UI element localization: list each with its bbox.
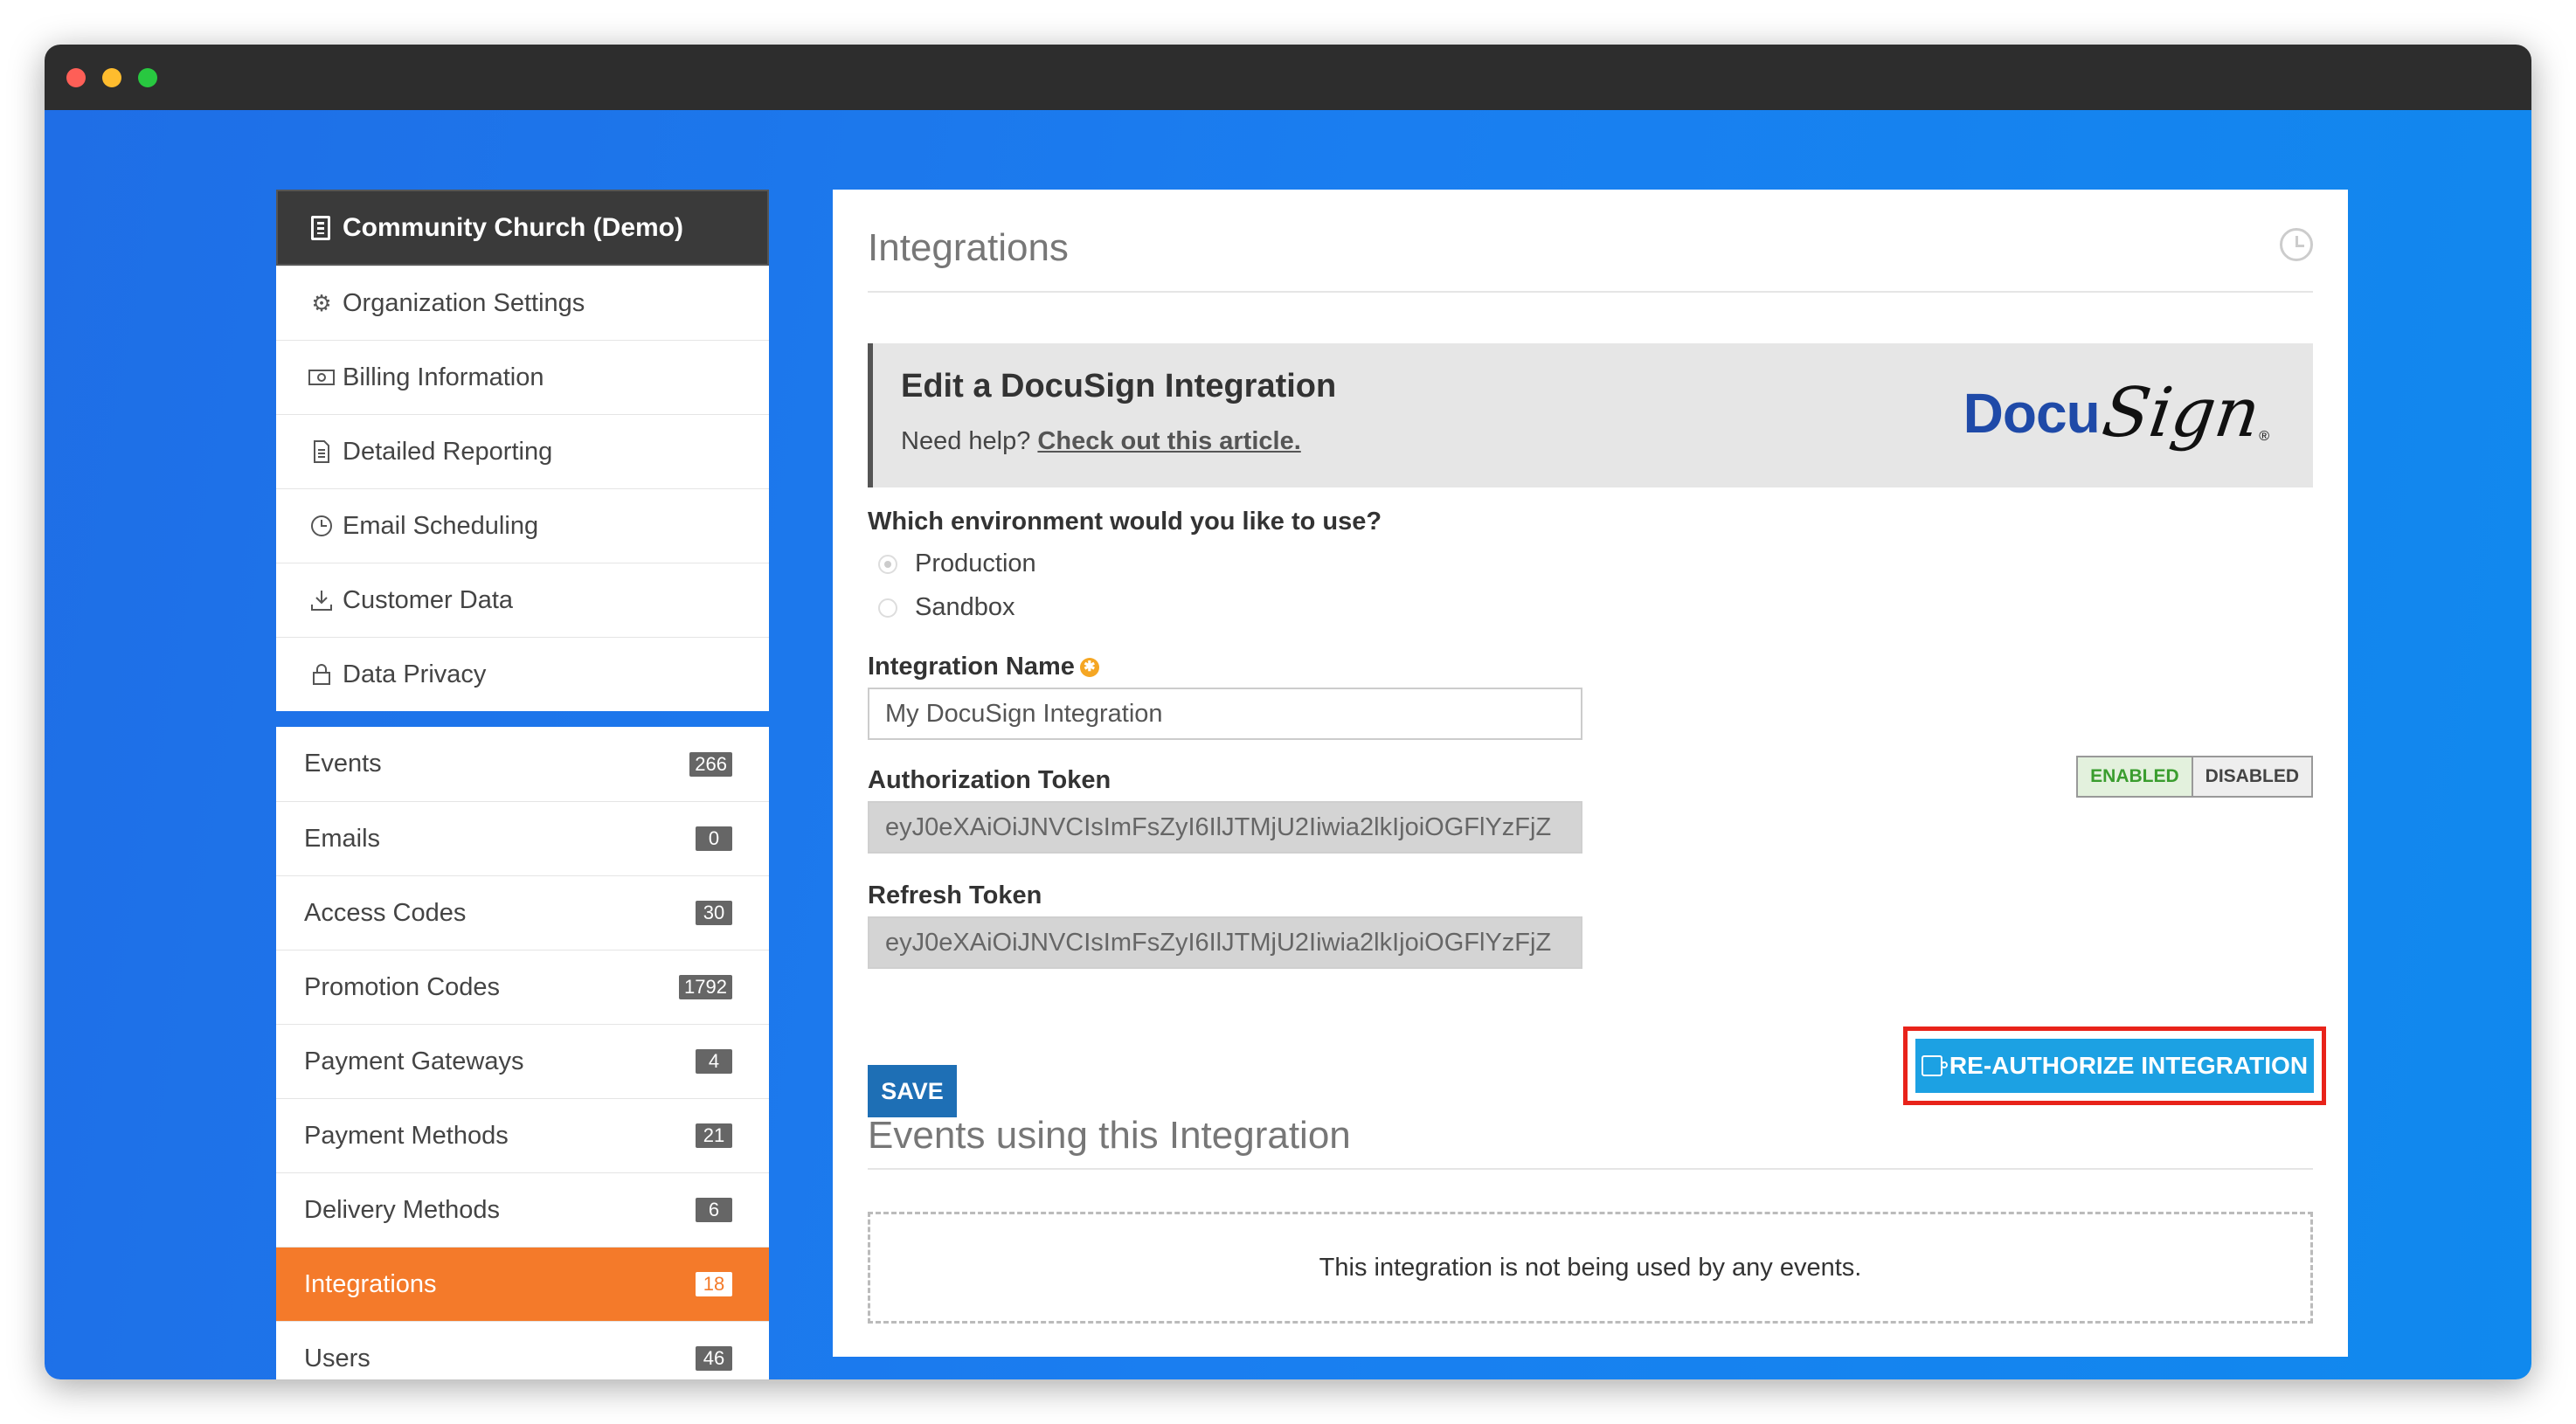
sidebar-item-label: Data Privacy xyxy=(343,660,487,688)
nav-item-delivery-methods[interactable]: Delivery Methods 6 xyxy=(276,1172,769,1247)
nav-item-label: Payment Gateways xyxy=(304,1047,524,1075)
radio-production[interactable]: Production xyxy=(878,550,1036,578)
nav-item-label: Payment Methods xyxy=(304,1121,509,1150)
download-icon xyxy=(308,589,336,612)
org-name: Community Church (Demo) xyxy=(343,212,683,242)
sidebar-item-label: Organization Settings xyxy=(343,288,585,317)
sidebar-item-customer-data[interactable]: Customer Data xyxy=(276,563,769,637)
sidebar-item-label: Email Scheduling xyxy=(343,511,539,540)
org-header[interactable]: Community Church (Demo) xyxy=(276,190,769,266)
nav-item-label: Promotion Codes xyxy=(304,972,501,1001)
sidebar: Community Church (Demo) ⚙ Organization S… xyxy=(276,190,769,1379)
sidebar-item-billing-information[interactable]: Billing Information xyxy=(276,340,769,414)
nav-item-promotion-codes[interactable]: Promotion Codes 1792 xyxy=(276,950,769,1024)
sidebar-item-organization-settings[interactable]: ⚙ Organization Settings xyxy=(276,266,769,340)
maximize-window-button[interactable] xyxy=(138,68,157,87)
integration-name-input[interactable]: My DocuSign Integration xyxy=(868,688,1582,740)
radio-label: Sandbox xyxy=(915,593,1015,621)
resource-nav: Events 266 Emails 0 Access Codes 30 Prom… xyxy=(276,727,769,1379)
count-badge: 0 xyxy=(696,826,732,851)
nav-item-users[interactable]: Users 46 xyxy=(276,1321,769,1379)
settings-menu: Community Church (Demo) ⚙ Organization S… xyxy=(276,190,769,711)
empty-state-text: This integration is not being used by an… xyxy=(1319,1253,1862,1282)
save-button[interactable]: SAVE xyxy=(868,1065,957,1117)
sidebar-item-data-privacy[interactable]: Data Privacy xyxy=(276,637,769,711)
enabled-toggle[interactable]: ENABLED DISABLED xyxy=(2076,756,2313,798)
close-window-button[interactable] xyxy=(66,68,86,87)
integration-name-label-text: Integration Name xyxy=(868,653,1075,681)
nav-item-label: Emails xyxy=(304,824,381,853)
disabled-option[interactable]: DISABLED xyxy=(2192,757,2311,796)
history-clock-icon[interactable] xyxy=(2280,228,2313,261)
sidebar-item-detailed-reporting[interactable]: Detailed Reporting xyxy=(276,414,769,488)
sidebar-item-label: Detailed Reporting xyxy=(343,437,553,466)
nav-item-payment-methods[interactable]: Payment Methods 21 xyxy=(276,1098,769,1172)
clock-icon xyxy=(308,515,336,537)
nav-item-access-codes[interactable]: Access Codes 30 xyxy=(276,875,769,950)
auth-token-label: Authorization Token xyxy=(868,766,1111,794)
main-panel: Integrations Edit a DocuSign Integration… xyxy=(833,190,2348,1357)
page-title: Integrations xyxy=(868,226,1069,269)
count-badge: 21 xyxy=(696,1123,732,1148)
minimize-window-button[interactable] xyxy=(102,68,121,87)
refresh-token-label: Refresh Token xyxy=(868,881,1042,909)
count-badge: 1792 xyxy=(679,975,732,999)
reauthorize-highlight: RE-AUTHORIZE INTEGRATION xyxy=(1903,1027,2326,1105)
refresh-token-field[interactable]: eyJ0eXAiOiJNVCIsImFsZyI6IlJTMjU2Iiwia2lk… xyxy=(868,916,1582,969)
radio-label: Production xyxy=(915,550,1036,577)
radio-sandbox[interactable]: Sandbox xyxy=(878,593,1015,622)
logo-registered-mark: ® xyxy=(2259,429,2269,444)
app-window: Community Church (Demo) ⚙ Organization S… xyxy=(45,45,2531,1379)
count-badge: 6 xyxy=(696,1198,732,1222)
nav-item-integrations[interactable]: Integrations 18 xyxy=(276,1247,769,1321)
count-badge: 46 xyxy=(696,1346,732,1371)
nav-item-label: Events xyxy=(304,750,382,778)
count-badge: 18 xyxy=(696,1272,732,1296)
sidebar-item-label: Billing Information xyxy=(343,363,544,391)
logo-sign-text: Sign xyxy=(2097,374,2265,453)
docusign-logo: Docu Sign ® xyxy=(1963,370,2269,457)
nav-item-events[interactable]: Events 266 xyxy=(276,727,769,801)
document-icon xyxy=(308,440,336,463)
nav-item-label: Integrations xyxy=(304,1269,437,1298)
count-badge: 30 xyxy=(696,901,732,925)
help-text: Need help? Check out this article. xyxy=(901,427,1301,456)
auth-token-field[interactable]: eyJ0eXAiOiJNVCIsImFsZyI6IlJTMjU2Iiwia2lk… xyxy=(868,801,1582,854)
environment-question: Which environment would you like to use? xyxy=(868,508,1382,536)
nav-item-label: Access Codes xyxy=(304,898,467,927)
radio-button[interactable] xyxy=(878,598,897,618)
help-article-link[interactable]: Check out this article. xyxy=(1037,427,1300,455)
logo-docu-text: Docu xyxy=(1963,382,2101,445)
reauthorize-integration-button[interactable]: RE-AUTHORIZE INTEGRATION xyxy=(1915,1039,2314,1093)
divider xyxy=(868,1168,2313,1170)
help-prefix: Need help? xyxy=(901,427,1031,455)
sidebar-item-email-scheduling[interactable]: Email Scheduling xyxy=(276,488,769,563)
count-badge: 266 xyxy=(689,751,732,777)
count-badge: 4 xyxy=(696,1049,732,1074)
banner-heading: Edit a DocuSign Integration xyxy=(901,368,1337,404)
money-icon xyxy=(308,369,336,386)
gear-icon: ⚙ xyxy=(311,289,332,316)
title-bar xyxy=(45,45,2531,110)
integration-name-label: Integration Name ✱ xyxy=(868,653,1099,681)
lock-icon xyxy=(308,663,336,686)
integration-banner: Edit a DocuSign Integration Need help? C… xyxy=(868,343,2313,487)
building-icon xyxy=(311,215,330,240)
events-section-title: Events using this Integration xyxy=(868,1114,1351,1157)
nav-item-emails[interactable]: Emails 0 xyxy=(276,801,769,875)
nav-item-payment-gateways[interactable]: Payment Gateways 4 xyxy=(276,1024,769,1098)
reauthorize-label: RE-AUTHORIZE INTEGRATION xyxy=(1949,1052,2309,1079)
sidebar-item-label: Customer Data xyxy=(343,585,514,614)
required-icon: ✱ xyxy=(1079,658,1099,678)
nav-item-label: Users xyxy=(304,1344,370,1372)
app-background: Community Church (Demo) ⚙ Organization S… xyxy=(45,110,2531,1379)
puzzle-icon xyxy=(1921,1055,1948,1076)
radio-button[interactable] xyxy=(878,554,897,574)
events-empty-state: This integration is not being used by an… xyxy=(868,1212,2313,1324)
enabled-option[interactable]: ENABLED xyxy=(2078,757,2193,796)
nav-item-label: Delivery Methods xyxy=(304,1195,501,1224)
divider xyxy=(868,291,2313,293)
